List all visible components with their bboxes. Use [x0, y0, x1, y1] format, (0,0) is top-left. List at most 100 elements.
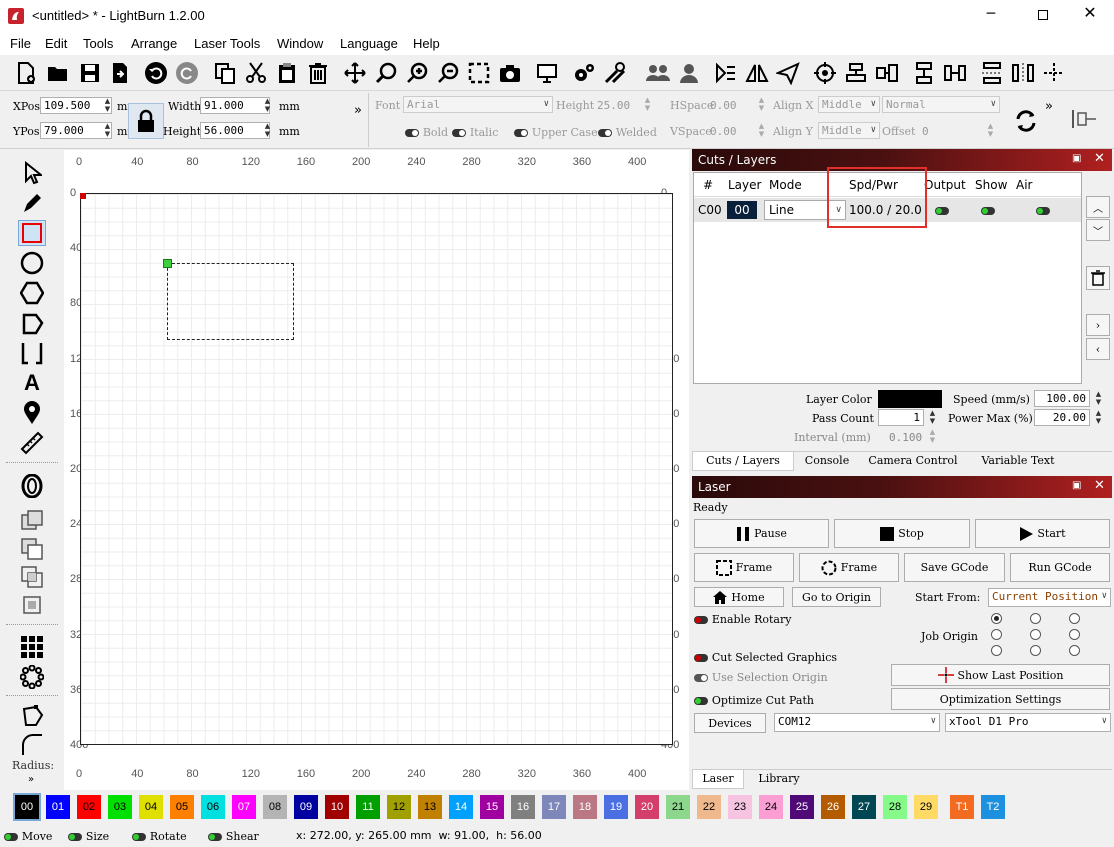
send-plane-icon[interactable] [774, 59, 802, 87]
shear-toggle[interactable]: Shear [208, 829, 259, 843]
show-toggle[interactable] [981, 203, 995, 217]
welded-toggle[interactable]: Welded [598, 125, 657, 139]
close-panel-icon[interactable]: ✕ [1094, 151, 1105, 166]
menu-arrange[interactable]: Arrange [131, 36, 177, 51]
font-select[interactable]: Arial ∨ [403, 96, 553, 113]
palette-swatch-21[interactable]: 21 [666, 795, 690, 819]
chevron-down-double-icon[interactable]: » [28, 774, 34, 785]
start-from-select[interactable]: Current Position ∨ [988, 588, 1111, 607]
palette-swatch-26[interactable]: 26 [821, 795, 845, 819]
menu-laser-tools[interactable]: Laser Tools [194, 36, 260, 51]
minimize-icon[interactable]: ─ [978, 6, 1004, 26]
palette-swatch-09[interactable]: 09 [294, 795, 318, 819]
rectangle-tool-icon[interactable] [18, 220, 46, 246]
maximize-icon[interactable] [1032, 6, 1054, 26]
palette-swatch-16[interactable]: 16 [511, 795, 535, 819]
menu-window[interactable]: Window [277, 36, 323, 51]
close-panel-icon[interactable]: ✕ [1094, 478, 1105, 493]
location-pin-icon[interactable] [18, 400, 46, 426]
tab-library[interactable]: Library [744, 770, 814, 788]
width-input[interactable]: 91.000 [200, 97, 270, 114]
rotate-toggle[interactable]: Rotate [132, 829, 187, 843]
palette-swatch-04[interactable]: 04 [139, 795, 163, 819]
frame-button[interactable]: Frame [694, 553, 794, 582]
palette-swatch-29[interactable]: 29 [914, 795, 938, 819]
node-edit-icon[interactable] [18, 702, 46, 728]
flip-horizontal-icon[interactable] [712, 59, 740, 87]
alignx-select[interactable]: Middle ∨ [818, 96, 880, 113]
job-origin-radio-br[interactable] [1069, 645, 1080, 656]
new-file-icon[interactable] [12, 59, 40, 87]
settings-gears-icon[interactable] [570, 59, 598, 87]
pencil-icon[interactable] [18, 190, 46, 216]
space-vertical-icon[interactable] [978, 59, 1006, 87]
tab-variable-text[interactable]: Variable Text [966, 452, 1070, 470]
palette-swatch-14[interactable]: 14 [449, 795, 473, 819]
vspace-value[interactable]: 0.00 [710, 125, 737, 138]
ungroup-user-icon[interactable] [675, 59, 703, 87]
space-horizontal-icon[interactable] [1009, 59, 1037, 87]
grid-array-icon[interactable] [18, 634, 46, 660]
menu-edit[interactable]: Edit [45, 36, 67, 51]
pause-button[interactable]: Pause [694, 519, 829, 548]
output-toggle[interactable] [935, 203, 949, 217]
optimize-cut-toggle[interactable]: Optimize Cut Path [694, 693, 814, 707]
show-last-position-button[interactable]: Show Last Position [891, 664, 1110, 686]
power-max-spinner[interactable]: ▲ ▼ [1093, 409, 1104, 426]
text-tool-icon[interactable]: A [18, 370, 46, 396]
xpos-spinner[interactable]: ▲ ▼ [102, 97, 113, 114]
move-toggle[interactable]: Move [4, 829, 52, 843]
job-origin-radio-bc[interactable] [1030, 645, 1041, 656]
palette-swatch-24[interactable]: 24 [759, 795, 783, 819]
menu-language[interactable]: Language [340, 36, 398, 51]
job-origin-radio-mc[interactable] [1030, 629, 1041, 640]
palette-swatch-27[interactable]: 27 [852, 795, 876, 819]
width-spinner[interactable]: ▲ ▼ [262, 97, 273, 114]
go-to-origin-button[interactable]: Go to Origin [792, 587, 881, 607]
delete-icon[interactable] [304, 59, 332, 87]
hspace-value[interactable]: 0.00 [710, 99, 737, 112]
palette-swatch-28[interactable]: 28 [883, 795, 907, 819]
palette-swatch-11[interactable]: 11 [356, 795, 380, 819]
palette-swatch-07[interactable]: 07 [232, 795, 256, 819]
uppercase-toggle[interactable]: Upper Case [514, 125, 598, 139]
home-button[interactable]: Home [694, 587, 784, 607]
palette-swatch-t1[interactable]: T1 [950, 795, 974, 819]
palette-swatch-06[interactable]: 06 [201, 795, 225, 819]
use-selection-origin-toggle[interactable]: Use Selection Origin [694, 670, 828, 684]
boolean-union-icon[interactable] [18, 508, 46, 534]
palette-swatch-13[interactable]: 13 [418, 795, 442, 819]
selection-handle[interactable] [163, 259, 172, 268]
palette-swatch-12[interactable]: 12 [387, 795, 411, 819]
tab-cuts-layers[interactable]: Cuts / Layers [692, 452, 794, 471]
vspace-spinner[interactable]: ▲ ▼ [756, 122, 767, 139]
camera-icon[interactable] [496, 59, 524, 87]
aligny-select[interactable]: Middle ∨ [818, 122, 880, 139]
tab-console[interactable]: Console [794, 452, 860, 470]
font-height-spinner[interactable]: ▲ ▼ [642, 96, 653, 113]
undo-icon[interactable] [142, 59, 170, 87]
refresh-icon[interactable] [1012, 107, 1040, 135]
zoom-search-icon[interactable] [372, 59, 400, 87]
size-toggle[interactable]: Size [68, 829, 109, 843]
polyline-icon[interactable] [18, 310, 46, 336]
palette-swatch-25[interactable]: 25 [790, 795, 814, 819]
job-origin-radio-bl[interactable] [991, 645, 1002, 656]
job-origin-radio-ml[interactable] [991, 629, 1002, 640]
palette-swatch-15[interactable]: 15 [480, 795, 504, 819]
palette-swatch-22[interactable]: 22 [697, 795, 721, 819]
boolean-weld-icon[interactable] [18, 592, 46, 618]
lock-ratio-button[interactable] [128, 103, 164, 139]
height-input[interactable]: 56.000 [200, 122, 270, 139]
float-panel-icon[interactable]: ▣ [1072, 480, 1081, 491]
font-height-value[interactable]: 25.00 [597, 99, 630, 112]
ypos-spinner[interactable]: ▲ ▼ [102, 122, 113, 139]
cut-icon[interactable] [242, 59, 270, 87]
zoom-frame-icon[interactable] [465, 59, 493, 87]
optimization-settings-button[interactable]: Optimization Settings [891, 688, 1110, 710]
palette-swatch-23[interactable]: 23 [728, 795, 752, 819]
run-gcode-button[interactable]: Run GCode [1010, 553, 1110, 582]
job-origin-radio-tl[interactable] [991, 613, 1002, 624]
pass-count-spinner[interactable]: ▲ ▼ [927, 409, 938, 426]
paste-icon[interactable] [273, 59, 301, 87]
